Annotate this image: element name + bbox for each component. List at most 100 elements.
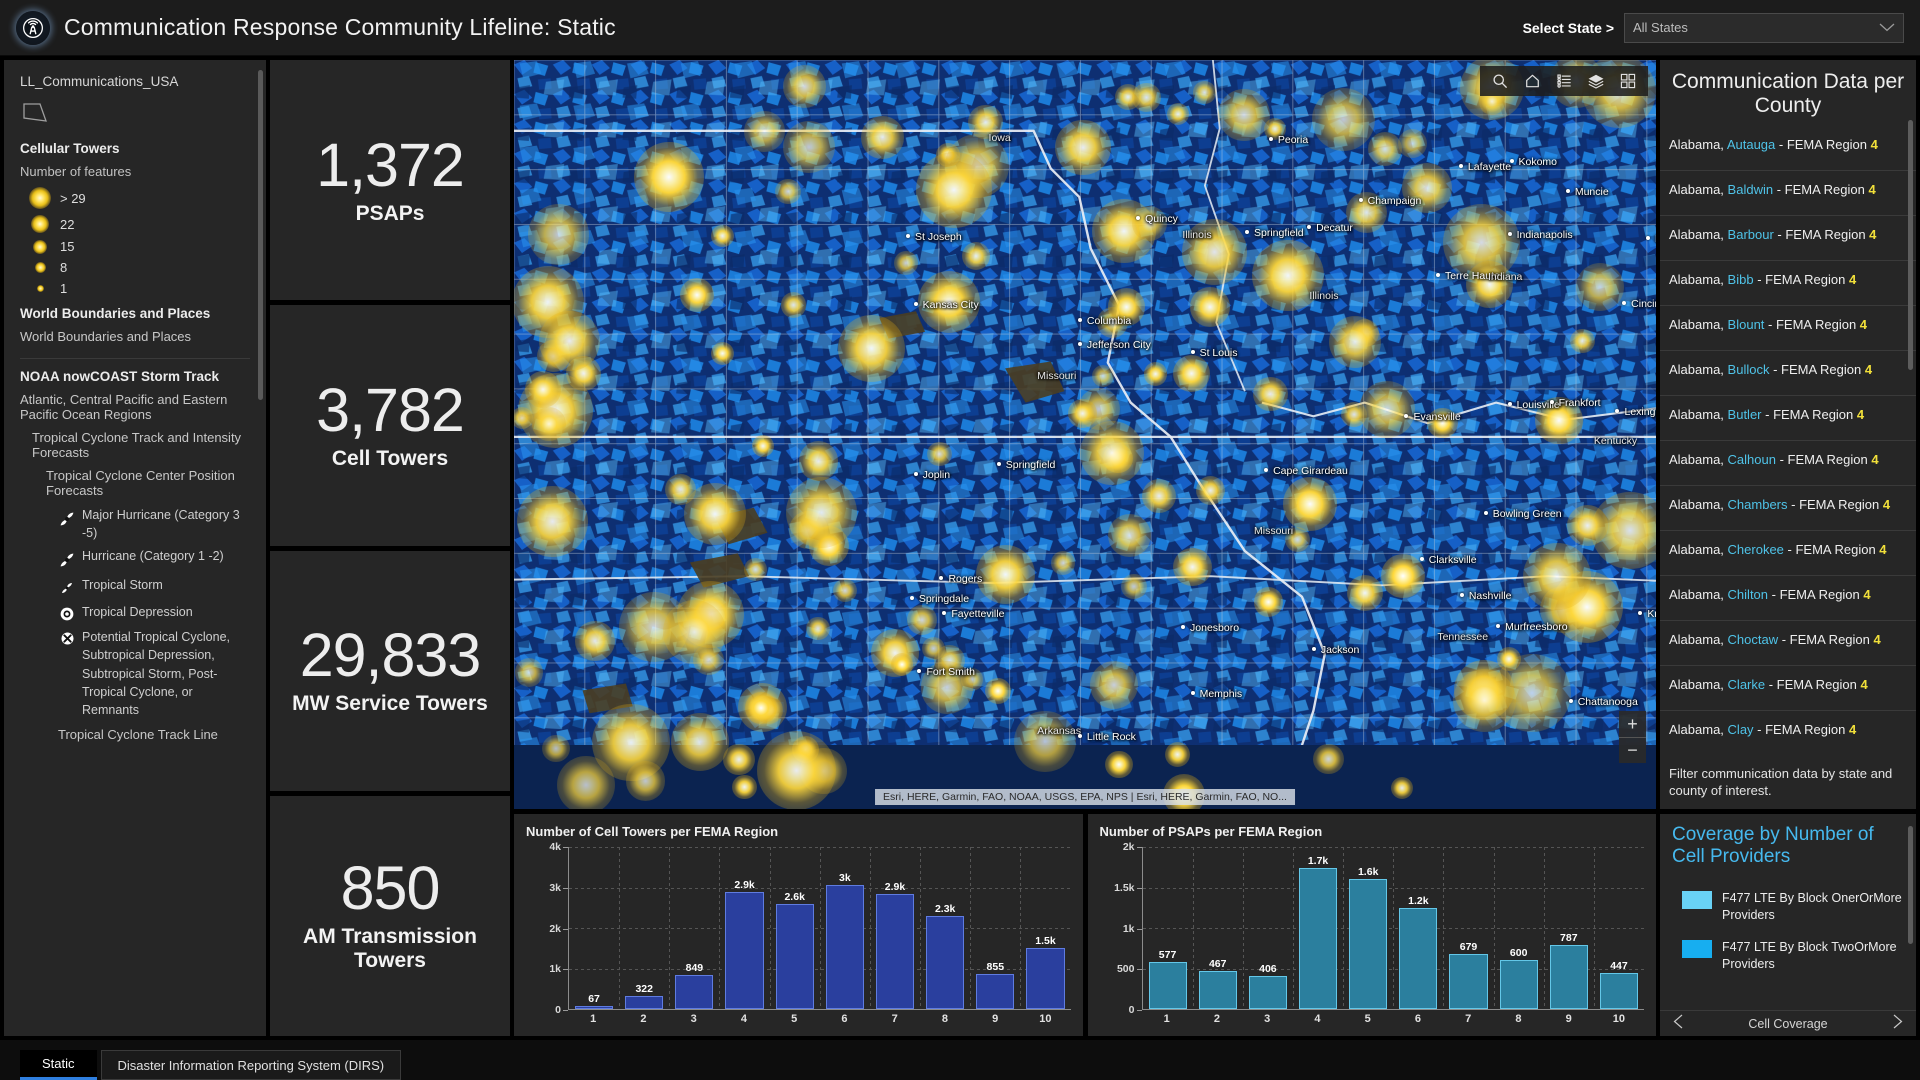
county-list-item[interactable]: Alabama, Blount - FEMA Region 4 bbox=[1660, 305, 1916, 350]
map-toolbar bbox=[1480, 66, 1648, 96]
bar-slot[interactable]: 467 bbox=[1193, 847, 1243, 1009]
bar-slot[interactable]: 322 bbox=[619, 847, 669, 1009]
county-name: Blount bbox=[1728, 317, 1765, 332]
bar[interactable]: 322 bbox=[625, 996, 663, 1009]
bar-value-label: 849 bbox=[686, 962, 704, 974]
county-name: Clarke bbox=[1728, 677, 1766, 692]
bar[interactable]: 679 bbox=[1449, 954, 1487, 1009]
bar-slot[interactable]: 2.9k bbox=[719, 847, 769, 1009]
county-list-item[interactable]: Alabama, Cherokee - FEMA Region 4 bbox=[1660, 530, 1916, 575]
county-list-item[interactable]: Alabama, Bullock - FEMA Region 4 bbox=[1660, 350, 1916, 395]
bar-slot[interactable]: 1.7k bbox=[1293, 847, 1343, 1009]
bar[interactable]: 1.7k bbox=[1299, 868, 1337, 1009]
chart-card[interactable]: Number of Cell Towers per FEMA Region01k… bbox=[514, 814, 1083, 1036]
bar[interactable]: 787 bbox=[1550, 945, 1588, 1009]
bar[interactable]: 849 bbox=[675, 975, 713, 1009]
bar-slot[interactable]: 1.5k bbox=[1020, 847, 1070, 1009]
bar-slot[interactable]: 406 bbox=[1243, 847, 1293, 1009]
bar[interactable]: 1.5k bbox=[1026, 948, 1064, 1009]
county-list-item[interactable]: Alabama, Calhoun - FEMA Region 4 bbox=[1660, 440, 1916, 485]
legend-list-icon[interactable] bbox=[1549, 67, 1579, 95]
bar[interactable]: 2.3k bbox=[926, 916, 964, 1009]
footer-tab[interactable]: Disaster Information Reporting System (D… bbox=[101, 1050, 402, 1080]
county-list-item[interactable]: Alabama, Clarke - FEMA Region 4 bbox=[1660, 665, 1916, 710]
bar-slot[interactable]: 849 bbox=[669, 847, 719, 1009]
bar-slot[interactable]: 447 bbox=[1594, 847, 1644, 1009]
coverage-nav-label: Cell Coverage bbox=[1748, 1017, 1827, 1031]
kpi-card[interactable]: 1,372PSAPs bbox=[270, 60, 510, 300]
footer-tab[interactable]: Static bbox=[20, 1050, 97, 1080]
coverage-legend-label: F477 LTE By Block TwoOrMore Providers bbox=[1722, 939, 1906, 973]
county-list-item[interactable]: Alabama, Chilton - FEMA Region 4 bbox=[1660, 575, 1916, 620]
county-list-scrollbar[interactable] bbox=[1908, 120, 1913, 370]
bar-slot[interactable]: 2.3k bbox=[920, 847, 970, 1009]
bar-slot[interactable]: 3k bbox=[820, 847, 870, 1009]
home-icon[interactable] bbox=[1517, 67, 1547, 95]
county-list-item[interactable]: Alabama, Chambers - FEMA Region 4 bbox=[1660, 485, 1916, 530]
bar-slot[interactable]: 577 bbox=[1143, 847, 1193, 1009]
chart-card[interactable]: Number of PSAPs per FEMA Region05001k1.5… bbox=[1088, 814, 1657, 1036]
bar-slot[interactable]: 855 bbox=[970, 847, 1020, 1009]
bar[interactable]: 600 bbox=[1500, 960, 1538, 1009]
chevron-right-icon[interactable] bbox=[1891, 1014, 1904, 1034]
bar-slot[interactable]: 67 bbox=[569, 847, 619, 1009]
bar-slot[interactable]: 600 bbox=[1494, 847, 1544, 1009]
legend-storm-label: Tropical Storm bbox=[82, 576, 163, 594]
county-name: Chilton bbox=[1728, 587, 1768, 602]
layers-icon[interactable] bbox=[1581, 67, 1611, 95]
bar-slot[interactable]: 1.6k bbox=[1343, 847, 1393, 1009]
zoom-out-button[interactable]: − bbox=[1619, 737, 1646, 763]
county-state: Alabama, bbox=[1669, 407, 1728, 422]
state-select[interactable]: All States bbox=[1624, 13, 1904, 43]
chevron-left-icon[interactable] bbox=[1672, 1014, 1685, 1034]
x-axis-tick: 6 bbox=[1393, 1010, 1443, 1030]
county-list[interactable]: Alabama, Autauga - FEMA Region 4Alabama,… bbox=[1660, 126, 1916, 809]
bar[interactable]: 1.6k bbox=[1349, 879, 1387, 1009]
bar[interactable]: 577 bbox=[1149, 962, 1187, 1009]
bar-slot[interactable]: 1.2k bbox=[1393, 847, 1443, 1009]
map-view[interactable]: IowaPeoriaLafayetteKokomoMuncieColumbuCh… bbox=[514, 60, 1656, 809]
bar[interactable]: 3k bbox=[826, 885, 864, 1009]
county-list-item[interactable]: Alabama, Choctaw - FEMA Region 4 bbox=[1660, 620, 1916, 665]
county-region-number: 4 bbox=[1869, 227, 1876, 242]
bar[interactable]: 406 bbox=[1249, 976, 1287, 1009]
bar[interactable]: 67 bbox=[575, 1006, 613, 1009]
chart-title: Number of Cell Towers per FEMA Region bbox=[526, 824, 1071, 839]
legend-scrollbar[interactable] bbox=[258, 70, 263, 400]
basemap-grid-icon[interactable] bbox=[1613, 67, 1643, 95]
kpi-card[interactable]: 850AM Transmission Towers bbox=[270, 796, 510, 1036]
coverage-panel: Coverage by Number of Cell Providers F47… bbox=[1660, 814, 1916, 1036]
county-list-item[interactable]: Alabama, Autauga - FEMA Region 4 bbox=[1660, 126, 1916, 170]
county-name: Bullock bbox=[1728, 362, 1770, 377]
county-list-item[interactable]: Alabama, Butler - FEMA Region 4 bbox=[1660, 395, 1916, 440]
county-list-item[interactable]: Alabama, Clay - FEMA Region 4 bbox=[1660, 710, 1916, 755]
kpi-card[interactable]: 3,782Cell Towers bbox=[270, 305, 510, 545]
legend-cellular-subheading: Number of features bbox=[20, 164, 250, 179]
bar-slot[interactable]: 2.6k bbox=[770, 847, 820, 1009]
county-list-item[interactable]: Alabama, Barbour - FEMA Region 4 bbox=[1660, 215, 1916, 260]
coverage-scrollbar[interactable] bbox=[1908, 826, 1913, 944]
bar-slot[interactable]: 679 bbox=[1443, 847, 1493, 1009]
x-axis-tick: 8 bbox=[920, 1010, 970, 1030]
bar-value-label: 600 bbox=[1510, 947, 1528, 959]
bar-slot[interactable]: 2.9k bbox=[870, 847, 920, 1009]
county-name: Choctaw bbox=[1728, 632, 1779, 647]
x-axis-tick: 9 bbox=[970, 1010, 1020, 1030]
kpi-card[interactable]: 29,833MW Service Towers bbox=[270, 551, 510, 791]
bar-slot[interactable]: 787 bbox=[1544, 847, 1594, 1009]
y-axis-tick: 3k bbox=[549, 882, 561, 894]
county-list-item[interactable]: Alabama, Baldwin - FEMA Region 4 bbox=[1660, 170, 1916, 215]
bar[interactable]: 2.6k bbox=[776, 904, 814, 1009]
bar[interactable]: 855 bbox=[976, 974, 1014, 1009]
bar[interactable]: 1.2k bbox=[1399, 908, 1437, 1009]
search-icon[interactable] bbox=[1485, 67, 1515, 95]
map-legend-panel[interactable]: LL_Communications_USA Cellular Towers Nu… bbox=[4, 60, 266, 1036]
bar[interactable]: 447 bbox=[1600, 973, 1638, 1009]
zoom-in-button[interactable]: + bbox=[1619, 711, 1646, 737]
bar[interactable]: 2.9k bbox=[876, 894, 914, 1009]
county-region-number: 4 bbox=[1849, 272, 1856, 287]
bar-value-label: 406 bbox=[1259, 963, 1277, 975]
county-list-item[interactable]: Alabama, Bibb - FEMA Region 4 bbox=[1660, 260, 1916, 305]
bar[interactable]: 467 bbox=[1199, 971, 1237, 1009]
bar[interactable]: 2.9k bbox=[725, 892, 763, 1009]
